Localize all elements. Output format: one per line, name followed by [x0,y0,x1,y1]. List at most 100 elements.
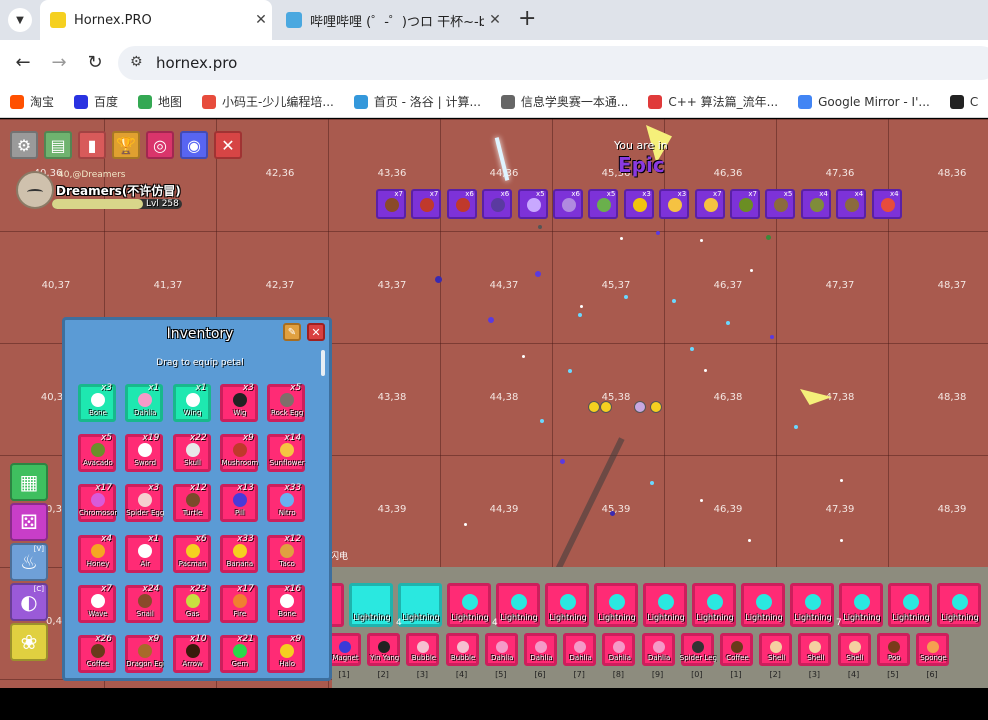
hotbar-slot[interactable]: Lightning [741,583,785,627]
inventory-item[interactable]: x26 Coffee [78,634,116,673]
secondary-slot[interactable]: Coffee [720,633,753,666]
inventory-item[interactable]: x22 Skull [172,433,211,473]
inventory-item[interactable]: x13 Pill [219,483,258,523]
potion-button[interactable]: ♨ [V] [10,543,48,581]
hotbar-slot[interactable]: Lightning [496,583,540,627]
dice-icon: ⚄ [20,510,38,534]
inventory-item[interactable]: x9 Dragon Egg [125,634,164,673]
inventory-item[interactable]: x24 Snail [125,584,164,623]
hotbar-slot[interactable]: Lightning [888,583,932,627]
discord-button[interactable]: ◉ [180,131,208,159]
inventory-item[interactable]: x33 Nitro [267,483,306,523]
forward-arrow-icon[interactable]: → [48,52,70,73]
tab-close-icon[interactable]: ✕ [250,12,272,28]
stats-button[interactable]: ▮ [78,131,106,159]
secondary-slot[interactable]: Shell [837,633,871,666]
edit-button[interactable]: ✎ [283,323,301,341]
tab-hornex[interactable]: Hornex.PRO ✕ [40,0,272,40]
inventory-item[interactable]: x6 Pacman [172,534,211,573]
inventory-item[interactable]: x19 Sword [125,433,164,473]
address-bar[interactable]: ⚙ hornex.pro [118,46,988,80]
craft-button[interactable]: ◐ [C] [10,583,48,621]
instagram-button[interactable]: ◎ [146,131,174,159]
inventory-item[interactable]: x7 Wave [78,584,116,623]
secondary-slot[interactable]: Sponge [916,633,949,666]
inventory-item[interactable]: x21 Gem [219,634,258,673]
secondary-slot[interactable]: Shell [798,633,832,666]
bookmark-item[interactable]: 首页 - 洛谷 | 计算... [353,93,481,110]
bookmark-item[interactable]: 信息学奥赛一本通... [500,93,628,110]
bookmark-item[interactable]: 百度 [74,93,118,110]
secondary-slot[interactable]: Poo [876,633,910,666]
bookmark-item[interactable]: 小码王-少儿编程培... [202,93,334,110]
secondary-slot[interactable]: Bubble [445,633,479,666]
secondary-slot[interactable]: Bubble [406,633,440,666]
hotbar-slot[interactable]: Lightning [545,583,589,627]
petal-icon [232,644,247,658]
tab-bilibili[interactable]: 哔哩哔哩 (゜-゜)つロ 干杯~-bilibili ✕ [276,0,506,40]
bookmark-item[interactable]: C++ 算法篇_流年... [648,93,778,110]
hotbar-slot[interactable]: Lightning [398,583,442,627]
inventory-item[interactable]: x10 Arrow [172,634,211,673]
hotbar-slot[interactable]: Lightning [937,583,981,627]
site-info-icon[interactable]: ⚙ [130,54,143,70]
secondary-slot[interactable]: Spider Legs [680,633,717,666]
hotbar-slot[interactable]: Lightning [643,583,687,627]
inventory-item[interactable]: x14 Sunflower [267,433,306,473]
secondary-slot[interactable]: Shell [759,633,793,666]
new-tab-button[interactable]: + [518,6,536,31]
hotbar-slot[interactable]: Lightning [349,583,393,627]
inventory-item[interactable]: x33 Banana [219,534,258,573]
settings-button[interactable]: ⚙ [10,131,38,159]
inventory-item[interactable]: x1 Air [125,534,164,573]
inventory-item[interactable]: x23 Gas [172,584,211,623]
inventory-close-button[interactable]: ✕ [307,323,325,341]
secondary-slot[interactable]: Yin Yang [367,633,401,666]
inventory-item[interactable]: x3 Spider Egg [125,483,164,523]
inventory-item[interactable]: x5 Avacado [78,433,116,473]
secondary-slot[interactable]: Magnet [328,633,361,666]
inventory-item[interactable]: x12 Turtle [172,483,211,523]
secondary-slot[interactable]: Dahlia [641,633,675,666]
inventory-item[interactable]: x1 Dahlia [125,383,164,422]
inventory-item[interactable]: x3 Wig [219,383,258,422]
tab-close-icon[interactable]: ✕ [484,12,506,28]
dice-button[interactable]: ⚄ [10,503,48,541]
grid-coordinate-label: 0,3 [46,504,62,515]
bookmark-item[interactable]: 淘宝 [10,93,54,110]
secondary-slot[interactable]: Dahlia [484,633,518,666]
game-canvas[interactable]: 40,3642,3643,3644,3645,3646,3647,3648,36… [0,119,988,688]
tab-search-button[interactable]: ▼ [8,8,32,32]
hotbar-slot[interactable]: Lightning [594,583,638,627]
inventory-item[interactable]: x17 Fire [219,584,258,623]
trophy-button[interactable]: 🏆 [112,131,140,159]
inventory-item[interactable]: x17 Chromosome [78,483,117,523]
secondary-slot[interactable]: Dahlia [602,633,636,666]
inventory-item[interactable]: x9 Halo [267,634,306,673]
inventory-item[interactable]: x12 Taco [267,534,306,573]
hotbar-slot[interactable]: Lightning [692,583,736,627]
mob-dot [766,235,771,240]
close-button[interactable]: ✕ [214,131,242,159]
inventory-item[interactable]: x9 Mushroom [219,433,258,473]
pet-button[interactable]: ❀ [10,623,48,661]
bookmark-item[interactable]: Google Mirror - I'... [798,94,930,109]
hotbar-slot[interactable]: Lightning [447,583,491,627]
reload-icon[interactable]: ↻ [84,52,106,73]
inventory-item[interactable]: x3 Bone [78,383,116,422]
bookmark-item[interactable]: 地图 [138,93,182,110]
hotbar-slot[interactable]: Lightning [839,583,883,627]
secondary-slot[interactable]: Dahlia [524,633,557,666]
inventory-item[interactable]: x5 Rock Egg [267,383,306,422]
inventory-item[interactable]: x4 Honey [78,534,116,573]
secondary-slot[interactable]: Dahlia [563,633,597,666]
bookmark-favicon-icon [500,94,515,109]
changelog-button[interactable]: ▤ [44,131,72,159]
inventory-item[interactable]: x16 Bone [267,584,306,623]
bookmark-item[interactable]: C [949,94,978,109]
inventory-item[interactable]: x1 Wing [172,383,211,422]
slot-name: Lightning [745,613,783,622]
back-arrow-icon[interactable]: ← [12,52,34,73]
shop-button[interactable]: ▦ [10,463,48,501]
hotbar-slot[interactable]: Lightning [790,583,834,627]
